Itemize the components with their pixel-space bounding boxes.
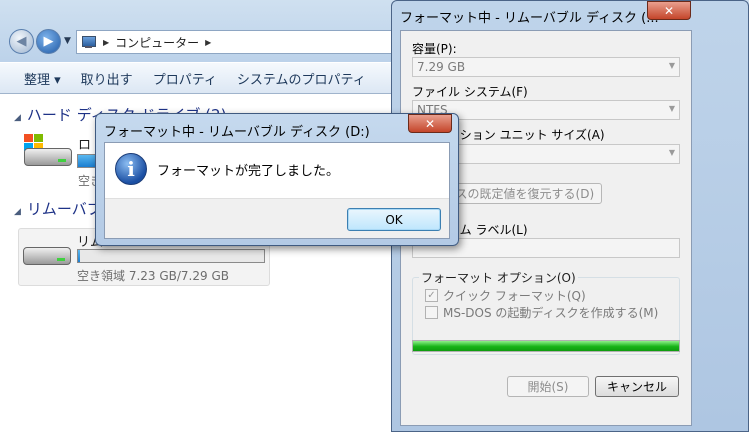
breadcrumb-computer[interactable]: コンピューター [115, 34, 199, 51]
organize-button[interactable]: 整理 ▾ [0, 69, 71, 88]
group-header-removable[interactable]: ◢ リムーバブ [14, 198, 102, 219]
start-button[interactable]: 開始(S) [507, 376, 589, 397]
close-button[interactable]: ✕ [408, 114, 452, 133]
capacity-value: 7.29 GB [417, 60, 466, 74]
close-icon: ✕ [424, 116, 436, 131]
breadcrumb-separator-icon[interactable]: ▶ [103, 38, 109, 47]
dialog-title: フォーマット中 - リムーバブル ディスク (... [400, 11, 659, 26]
format-progress-bar [412, 340, 680, 352]
chevron-down-icon: ▼ [668, 61, 675, 70]
cancel-button[interactable]: キャンセル [595, 376, 679, 397]
msdos-boot-label: MS-DOS の起動ディスクを作成する(M) [443, 306, 659, 320]
message-box-body: i フォーマットが完了しました。 OK [104, 142, 450, 239]
hard-drive-icon [22, 134, 74, 170]
chevron-down-icon: ▼ [668, 104, 675, 113]
system-properties-button[interactable]: システムのプロパティ [227, 69, 376, 88]
capacity-select[interactable]: 7.29 GB ▼ [412, 57, 680, 77]
breadcrumb-separator-icon[interactable]: ▶ [205, 38, 211, 47]
format-complete-message-box: フォーマット中 - リムーバブル ディスク (D:) ✕ i フォーマットが完了… [95, 113, 459, 246]
checkbox-checked-icon: ✓ [425, 289, 438, 302]
collapse-triangle-icon[interactable]: ◢ [14, 113, 21, 123]
checkbox-unchecked-icon [425, 306, 438, 319]
back-button[interactable]: ◀ [9, 29, 34, 54]
quick-format-checkbox[interactable]: ✓ クイック フォーマット(Q) [425, 287, 586, 304]
msdos-boot-checkbox[interactable]: MS-DOS の起動ディスクを作成する(M) [425, 304, 658, 321]
message-box-footer: OK [105, 198, 449, 238]
capacity-label: 容量(P): [412, 42, 457, 56]
group-title: リムーバブ [26, 200, 102, 218]
back-arrow-icon: ◀ [16, 34, 27, 49]
eject-button[interactable]: 取り出す [71, 69, 143, 88]
computer-icon [81, 35, 97, 49]
drive-local-disk[interactable]: ロ 空き [22, 134, 102, 188]
message-text: フォーマットが完了しました。 [157, 164, 340, 179]
quick-format-label: クイック フォーマット(Q) [443, 289, 586, 303]
properties-button[interactable]: プロパティ [143, 69, 227, 88]
ok-button[interactable]: OK [347, 208, 441, 231]
format-options-legend: フォーマット オプション(O) [419, 269, 578, 286]
collapse-triangle-icon[interactable]: ◢ [14, 207, 21, 217]
drive-name: ロ [78, 138, 92, 153]
drive-usage-bar [77, 249, 265, 263]
drive-free-space: 空き領域 7.23 GB/7.29 GB [77, 269, 229, 283]
drive-usage-bar [77, 154, 97, 168]
recent-pages-dropdown[interactable]: ▼ [64, 36, 71, 46]
removable-drive-icon [21, 237, 73, 273]
forward-arrow-icon: ▶ [43, 34, 54, 49]
info-icon: i [115, 153, 147, 185]
forward-button[interactable]: ▶ [36, 29, 61, 54]
close-icon: ✕ [663, 3, 675, 18]
close-button[interactable]: ✕ [647, 1, 691, 20]
filesystem-label: ファイル システム(F) [412, 85, 528, 99]
address-bar[interactable]: ▶ コンピューター ▶ [76, 30, 396, 54]
dialog-title: フォーマット中 - リムーバブル ディスク (D:) [104, 125, 370, 140]
chevron-down-icon: ▼ [668, 148, 675, 157]
